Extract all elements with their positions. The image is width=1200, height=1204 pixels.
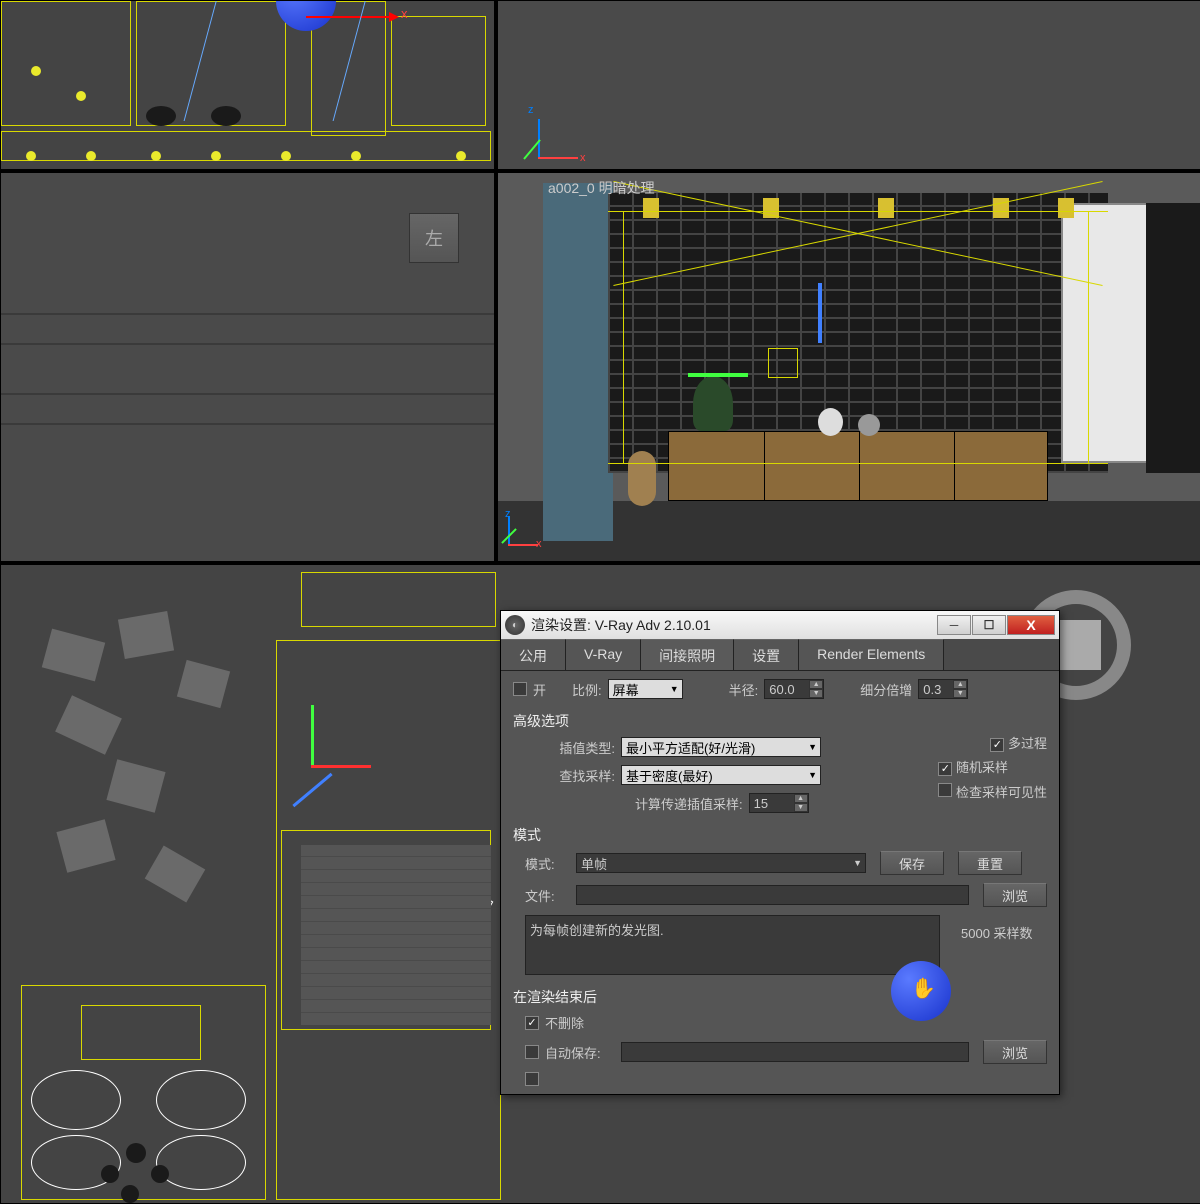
- lookup-label: 查找采样:: [535, 766, 615, 785]
- viewport-top[interactable]: x: [0, 0, 495, 170]
- ratio-dropdown[interactable]: 屏幕: [608, 679, 683, 699]
- browse-button-2[interactable]: 浏览: [983, 1040, 1047, 1064]
- scene-content: z x y: [498, 173, 1200, 561]
- reset-button[interactable]: 重置: [958, 851, 1022, 875]
- open-checkbox[interactable]: [513, 682, 527, 696]
- check-checkbox[interactable]: [938, 783, 952, 797]
- radius-spinner[interactable]: 60.0▲▼: [764, 679, 824, 699]
- autosave-input[interactable]: [621, 1042, 969, 1062]
- tab-common[interactable]: 公用: [501, 639, 566, 670]
- samples-label: 5000 采样数: [961, 915, 1033, 942]
- wireframe-content: x: [1, 1, 494, 169]
- tab-elements[interactable]: Render Elements: [799, 639, 944, 670]
- viewport-front[interactable]: z x: [497, 0, 1200, 170]
- mode-label: 模式:: [525, 854, 570, 873]
- calc-spinner[interactable]: 15▲▼: [749, 793, 809, 813]
- app-icon: ◐: [505, 615, 525, 635]
- mode-group-label: 模式: [505, 817, 1055, 847]
- interp-dropdown[interactable]: 最小平方适配(好/光滑): [621, 737, 821, 757]
- viewport-perspective[interactable]: a002_0 明暗处理: [497, 172, 1200, 562]
- file-label: 文件:: [525, 886, 570, 905]
- axis-x-label: x: [401, 6, 408, 21]
- radius-label: 半径:: [729, 680, 759, 699]
- maximize-button[interactable]: ☐: [972, 615, 1006, 635]
- titlebar[interactable]: ◐ 渲染设置: V-Ray Adv 2.10.01 ─ ☐ X: [501, 611, 1059, 639]
- random-checkbox[interactable]: [938, 762, 952, 776]
- ratio-label: 比例:: [572, 680, 602, 699]
- tabbar: 公用 V-Ray 间接照明 设置 Render Elements: [501, 639, 1059, 671]
- gizmo-y-axis[interactable]: [688, 373, 748, 377]
- subdiv-spinner[interactable]: 0.3▲▼: [918, 679, 968, 699]
- save-button[interactable]: 保存: [880, 851, 944, 875]
- x-axis-arrow[interactable]: [306, 16, 396, 18]
- tab-vray[interactable]: V-Ray: [566, 639, 641, 670]
- multi-checkbox[interactable]: [990, 738, 1004, 752]
- extra-checkbox[interactable]: [525, 1072, 539, 1086]
- minimize-button[interactable]: ─: [937, 615, 971, 635]
- view-label-left[interactable]: 左: [409, 213, 459, 263]
- close-button[interactable]: X: [1007, 615, 1055, 635]
- mode-dropdown[interactable]: 单帧: [576, 853, 866, 873]
- autosave-checkbox[interactable]: [525, 1045, 539, 1059]
- window-title: 渲染设置: V-Ray Adv 2.10.01: [531, 615, 936, 635]
- subdiv-label: 细分倍增: [860, 680, 912, 699]
- interp-label: 插值类型:: [535, 738, 615, 757]
- file-input[interactable]: [576, 885, 969, 905]
- gizmo-z-axis[interactable]: [818, 283, 822, 343]
- axis-widget: z x: [538, 109, 588, 159]
- calc-label: 计算传递插值采样:: [635, 794, 743, 813]
- note-textarea[interactable]: 为每帧创建新的发光图.: [525, 915, 940, 975]
- nodelete-checkbox[interactable]: [525, 1016, 539, 1030]
- tab-indirect[interactable]: 间接照明: [641, 639, 734, 670]
- autosave-label: 自动保存:: [545, 1043, 615, 1062]
- advanced-group-label: 高级选项: [505, 703, 1055, 733]
- render-settings-dialog: ◐ 渲染设置: V-Ray Adv 2.10.01 ─ ☐ X 公用 V-Ray…: [500, 610, 1060, 1095]
- browse-button-1[interactable]: 浏览: [983, 883, 1047, 907]
- lookup-dropdown[interactable]: 基于密度(最好): [621, 765, 821, 785]
- viewport-left[interactable]: 左: [0, 172, 495, 562]
- after-group-label: 在渲染结束后: [505, 979, 1055, 1009]
- cursor-icon: ✋: [911, 976, 936, 1001]
- open-label: 开: [533, 680, 546, 699]
- viewport-label-persp: a002_0 明暗处理: [548, 178, 655, 198]
- tab-settings[interactable]: 设置: [734, 639, 799, 670]
- nodelete-label: 不删除: [545, 1013, 584, 1032]
